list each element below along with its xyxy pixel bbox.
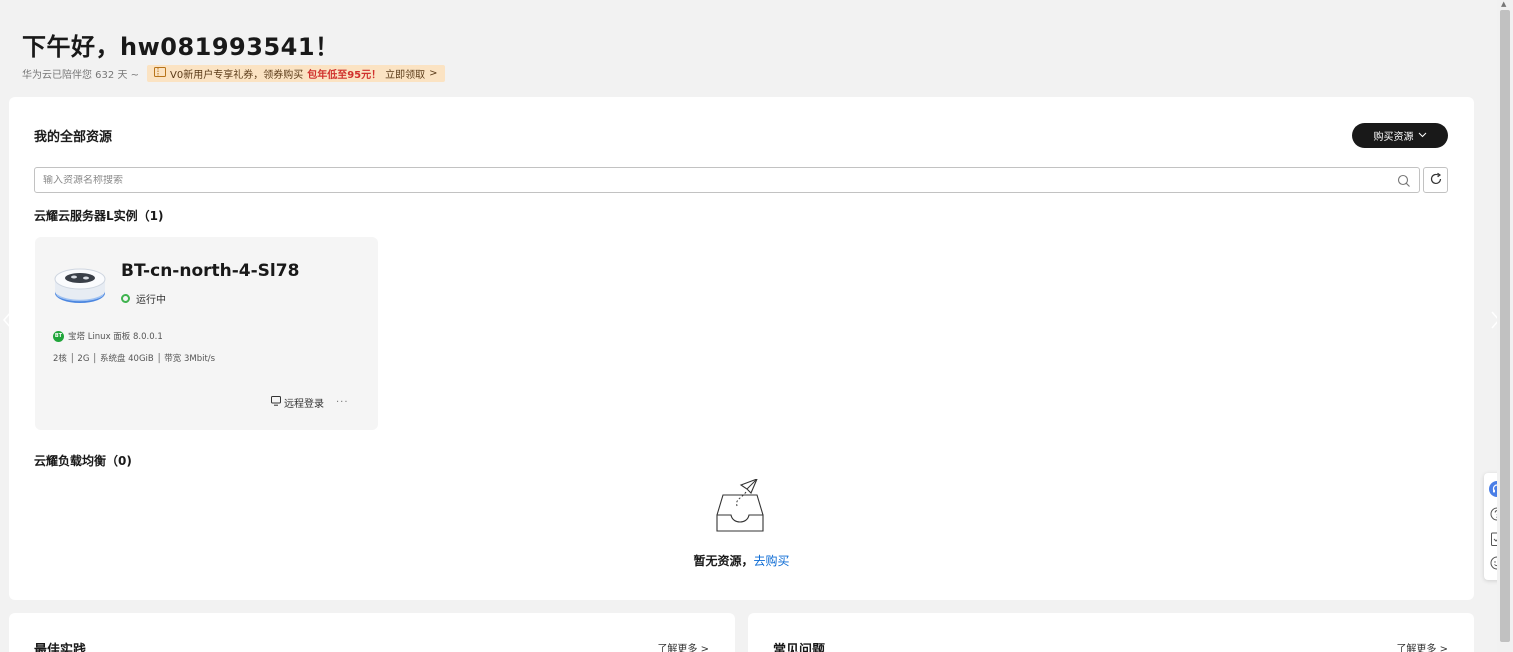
scrollbar-thumb[interactable] [1500,10,1510,642]
empty-state: 暂无资源，去购买 [9,552,1474,569]
instance-image: BT 宝塔 Linux 面板 8.0.0.1 [53,330,163,342]
instance-actions: 远程登录 ··· [271,395,349,410]
instance-status-text: 运行中 [136,295,166,306]
greeting-title: 下午好，hw081993541！ [22,33,340,61]
resource-search [34,167,1420,193]
days-text: 华为云已陪伴您 632 天 ~ [22,69,140,81]
promo-highlight: 包年低至95元！ [307,69,382,81]
empty-inbox-icon [713,478,767,535]
chevron-down-icon [1418,130,1427,141]
instance-status: 运行中 [121,291,166,306]
instance-specs: 2核 │ 2G │ 系统盘 40GiB │ 带宽 3Mbit/s [53,354,216,364]
search-icon[interactable] [1397,173,1411,187]
server-icon [53,259,107,307]
remote-login-label: 远程登录 [284,399,324,410]
refresh-button[interactable] [1423,167,1448,193]
promo-banner[interactable]: V0新用户专享礼券，领券购买 包年低至95元！ 立即领取 > [147,64,445,82]
empty-state-text: 暂无资源， [693,554,754,568]
load-balancer-section-title: 云耀负载均衡（0) [34,454,132,468]
coupon-icon [154,66,167,80]
promo-cta[interactable]: 立即领取 [385,66,425,81]
buy-resources-button[interactable]: 购买资源 [1352,123,1448,148]
best-practice-card: 最佳实践 了解更多 > [9,613,735,652]
remote-login-button[interactable]: 远程登录 [271,395,324,410]
scroll-up-icon[interactable]: ▲ [1501,0,1506,8]
go-buy-link[interactable]: 去购买 [754,554,790,568]
faq-card: 常见问题 了解更多 > [748,613,1474,652]
instance-name[interactable]: BT-cn-north-4-Sl78 [121,261,299,281]
refresh-icon [1429,171,1443,190]
promo-text: V0新用户专享礼券，领券购买 [170,69,304,81]
faq-title: 常见问题 [773,643,826,652]
buy-resources-label: 购买资源 [1373,132,1414,143]
faq-more-link[interactable]: 了解更多 > [1396,640,1448,652]
resources-card: 我的全部资源 购买资源 云耀云服务器L实例（1) [9,97,1474,600]
best-practice-title: 最佳实践 [34,643,87,652]
carousel-prev-icon[interactable] [0,308,16,332]
page-scrollbar[interactable]: ▲ [1497,0,1513,652]
resources-title: 我的全部资源 [34,130,113,145]
greeting-subline: 华为云已陪伴您 632 天 ~ V0新用户专享礼券，领券购买 包年低至95元！ … [22,64,445,82]
running-status-icon [121,294,130,303]
chevron-right-icon: > [429,67,438,79]
instance-card[interactable]: BT-cn-north-4-Sl78 运行中 BT 宝塔 Linux 面板 8.… [35,237,378,430]
bt-panel-icon: BT [53,330,64,342]
more-actions-icon[interactable]: ··· [336,397,349,408]
search-input[interactable] [43,174,1397,186]
monitor-icon [271,396,281,409]
instances-section-title: 云耀云服务器L实例（1) [34,209,164,223]
best-practice-more-link[interactable]: 了解更多 > [657,640,709,652]
instance-image-text: 宝塔 Linux 面板 8.0.0.1 [68,332,163,342]
